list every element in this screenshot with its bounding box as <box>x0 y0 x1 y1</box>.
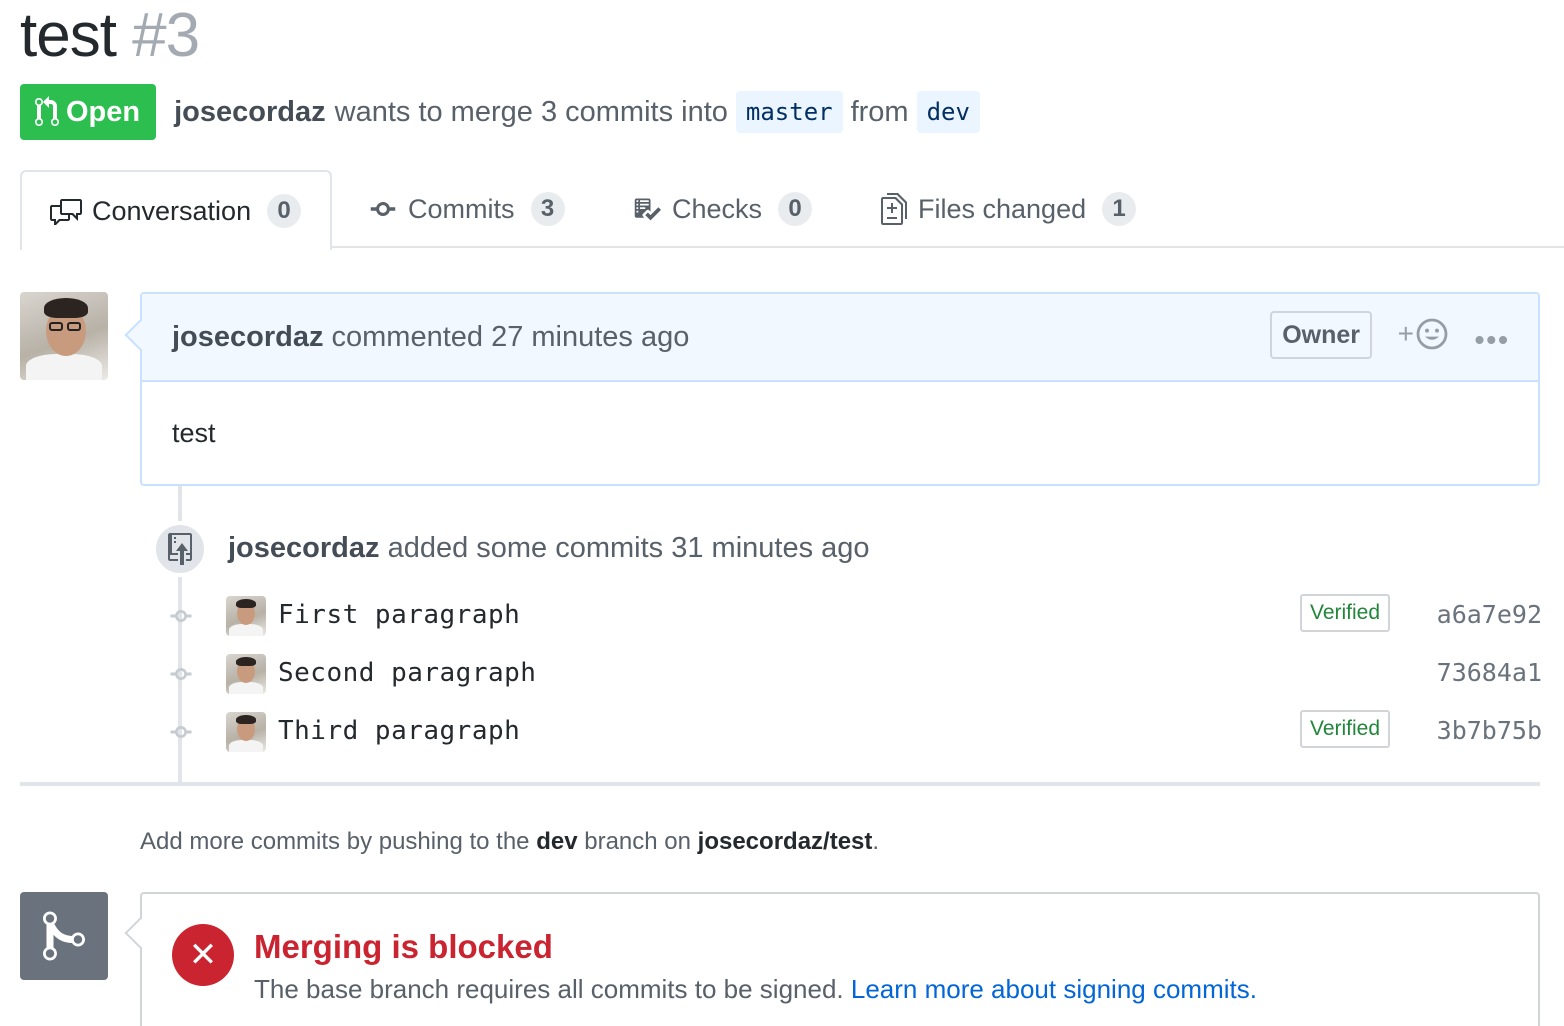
commit-row: Third paragraph Verified 3b7b75b <box>160 710 1544 758</box>
commit-row: First paragraph Verified a6a7e92 <box>160 594 1544 642</box>
pr-title-text: test <box>20 1 117 70</box>
commit-message[interactable]: Second paragraph <box>278 658 536 688</box>
git-pull-request-icon <box>35 96 59 127</box>
comment-header: josecordaz commented 27 minutes ago Owne… <box>142 294 1538 382</box>
smiley-icon <box>1416 318 1448 350</box>
commit-sha[interactable]: 73684a1 <box>1437 658 1542 687</box>
comment-menu-button[interactable]: ••• <box>1475 324 1510 356</box>
merge-blocked-text: The base branch requires all commits to … <box>254 974 844 1004</box>
merge-box-arrow <box>124 917 156 949</box>
help-repo: josecordaz/test <box>697 828 873 855</box>
pr-meta: josecordaz wants to merge 3 commits into… <box>174 91 988 133</box>
push-event-text: josecordaz added some commits 31 minutes… <box>228 532 870 565</box>
tab-conversation-label: Conversation <box>92 195 252 226</box>
diff-icon <box>881 193 907 225</box>
merge-box: ✕ Merging is blocked The base branch req… <box>124 892 1540 1026</box>
commit-message[interactable]: First paragraph <box>278 600 520 630</box>
merge-status-badge <box>20 892 108 980</box>
pr-number: #3 <box>132 1 200 70</box>
checklist-icon <box>634 198 661 221</box>
add-reaction-button[interactable]: + <box>1398 318 1448 350</box>
commit-message[interactable]: Third paragraph <box>278 716 520 746</box>
push-help-text: Add more commits by pushing to the dev b… <box>140 828 879 856</box>
help-suffix: . <box>872 828 880 855</box>
tab-checks-label: Checks <box>672 193 763 224</box>
comment-timestamp[interactable]: commented 27 minutes ago <box>332 321 690 354</box>
tab-commits-count: 3 <box>530 192 565 226</box>
help-branch: dev <box>536 828 578 855</box>
comment-body: test <box>172 418 216 448</box>
commit-row: Second paragraph 73684a1 <box>160 652 1544 700</box>
repo-push-badge <box>152 521 208 577</box>
commit-author-avatar[interactable] <box>226 596 266 636</box>
tab-files-count: 1 <box>1102 192 1137 226</box>
tab-checks-count: 0 <box>778 192 813 226</box>
head-branch[interactable]: dev <box>916 91 980 133</box>
tab-conversation[interactable]: Conversation 0 <box>20 170 332 250</box>
comment-box: josecordaz commented 27 minutes ago Owne… <box>124 292 1540 486</box>
state-label: Open <box>66 95 141 128</box>
git-commit-icon <box>170 668 192 680</box>
pr-title: test #3 <box>20 0 200 76</box>
tab-conversation-count: 0 <box>267 194 302 228</box>
tab-commits[interactable]: Commits 3 <box>368 170 565 248</box>
merge-text: wants to merge 3 commits into <box>334 95 728 128</box>
verified-badge[interactable]: Verified <box>1300 710 1391 748</box>
pr-status-row: Open josecordaz wants to merge 3 commits… <box>20 84 988 140</box>
comment-author[interactable]: josecordaz <box>172 321 324 354</box>
comment-author-avatar[interactable] <box>20 292 108 380</box>
from-text: from <box>850 95 909 128</box>
commit-sha[interactable]: a6a7e92 <box>1437 600 1542 629</box>
verified-badge[interactable]: Verified <box>1300 594 1391 632</box>
git-commit-icon <box>370 202 396 216</box>
push-author[interactable]: josecordaz <box>228 532 380 564</box>
commit-sha[interactable]: 3b7b75b <box>1437 716 1542 745</box>
help-prefix: Add more commits by pushing to the <box>140 828 530 855</box>
commit-author-avatar[interactable] <box>226 654 266 694</box>
merge-blocked-description: The base branch requires all commits to … <box>254 974 1257 1005</box>
git-commit-icon <box>170 610 192 622</box>
comment-discussion-icon <box>50 199 82 225</box>
owner-label: Owner <box>1270 311 1372 359</box>
tab-checks[interactable]: Checks 0 <box>632 170 813 248</box>
git-merge-icon <box>43 911 85 961</box>
reaction-plus: + <box>1397 318 1414 349</box>
base-branch[interactable]: master <box>735 91 843 133</box>
merge-blocked-title: Merging is blocked <box>254 928 553 965</box>
state-badge: Open <box>20 84 157 140</box>
push-description[interactable]: added some commits 31 minutes ago <box>388 532 870 564</box>
pr-tabs: Conversation 0 Commits 3 Checks 0 Files … <box>20 170 1564 250</box>
git-commit-icon <box>170 726 192 738</box>
tab-commits-label: Commits <box>408 193 515 224</box>
commit-author-avatar[interactable] <box>226 712 266 752</box>
blocked-x-icon: ✕ <box>172 924 234 986</box>
signing-commits-link[interactable]: Learn more about signing commits. <box>851 974 1257 1004</box>
timeline-divider <box>20 782 1540 786</box>
repo-push-icon <box>168 533 192 565</box>
pr-author-link[interactable]: josecordaz <box>174 96 326 129</box>
tab-files-label: Files changed <box>918 193 1087 224</box>
help-middle: branch on <box>584 828 691 855</box>
tab-files-changed[interactable]: Files changed 1 <box>880 170 1137 248</box>
